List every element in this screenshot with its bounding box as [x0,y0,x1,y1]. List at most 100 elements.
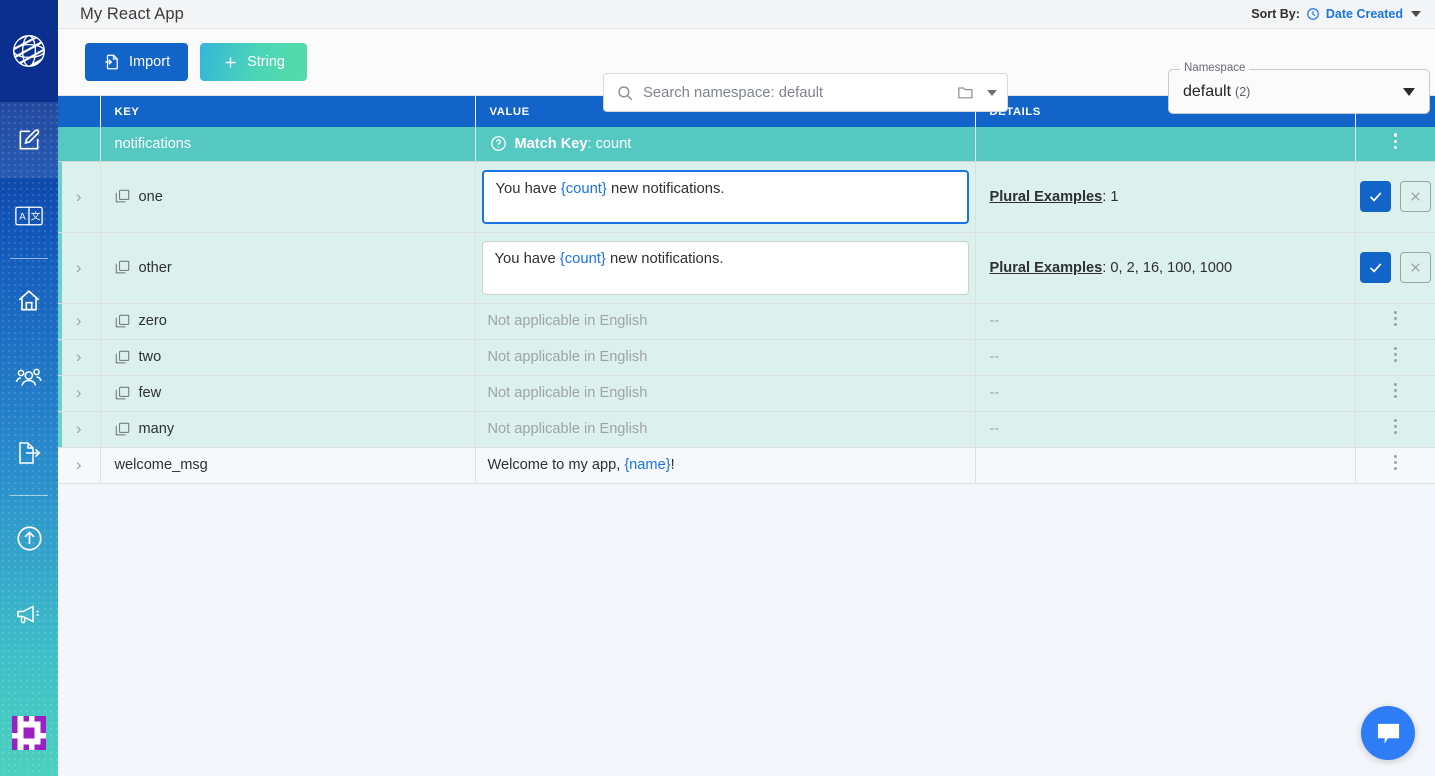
close-icon [1411,192,1420,201]
row-gutter: › [58,411,101,448]
expand-row-chevron-right-icon[interactable]: › [58,455,100,475]
sidebar-item-edit[interactable] [0,102,58,178]
row-value-cell: You have {count} new notifications. [475,161,976,233]
value-editor-input[interactable]: You have {count} new notifications. [481,169,969,224]
sidebar-item-translate[interactable]: A 文 [0,178,58,254]
import-button-label: Import [129,54,171,70]
copy-icon[interactable] [115,350,130,365]
row-menu-button[interactable] [1393,416,1397,437]
search-scope-chevron-down-icon[interactable] [987,89,997,96]
row-value-cell: Not applicable in English [475,411,976,448]
row-menu-button[interactable] [1393,131,1397,152]
row-key: one [101,189,475,205]
cancel-button[interactable] [1399,181,1431,212]
folder-icon[interactable] [958,85,976,100]
confirm-button[interactable] [1359,181,1391,212]
expand-row-chevron-right-icon[interactable]: › [58,419,100,439]
copy-icon[interactable] [115,386,130,401]
copy-icon[interactable] [115,260,130,275]
value-text-pre: You have [495,180,561,197]
row-details: Plural Examples: 0, 2, 16, 100, 1000 [976,260,1355,276]
row-details-cell: -- [975,339,1356,376]
value-text-pre: Welcome to my app, [487,457,625,473]
row-details-cell: Plural Examples: 0, 2, 16, 100, 1000 [975,232,1356,304]
sort-by-control[interactable]: Sort By: Date Created [1251,7,1421,21]
row-details: -- [989,421,1000,437]
table-row[interactable]: › other You have {count} new notificatio… [58,232,1435,304]
copy-icon[interactable] [115,189,130,204]
table-row[interactable]: › many Not applicable in English -- [58,411,1435,448]
row-value-cell: Not applicable in English [475,375,976,412]
row-details-cell: -- [975,375,1356,412]
row-key-label: many [138,421,175,437]
svg-text:A: A [19,212,26,223]
table-row[interactable]: › one You have {count} new notifications… [58,161,1435,233]
row-value-cell: Not applicable in English [475,303,976,340]
row-value: Not applicable in English [487,349,648,365]
search-bar[interactable] [603,73,1008,112]
row-actions-cell [1355,232,1435,304]
match-key-label: Match Key: count [515,136,632,152]
row-key-label: few [138,385,162,401]
cancel-button[interactable] [1399,252,1431,283]
match-key-info: Match Key: count [476,135,975,152]
app-logo[interactable] [0,0,58,102]
row-details: -- [989,313,1000,329]
namespace-chevron-down-icon[interactable] [1403,87,1415,96]
table-row[interactable]: › two Not applicable in English -- [58,339,1435,376]
sidebar-item-document-export[interactable] [0,415,58,491]
row-value[interactable]: Welcome to my app, {name}! [476,457,975,473]
confirm-button[interactable] [1359,252,1391,283]
group-key-label: notifications [114,135,192,152]
row-actions [1356,452,1435,478]
chevron-down-icon[interactable] [1411,11,1421,17]
row-menu-button[interactable] [1393,308,1397,329]
sidebar-item-people[interactable] [0,339,58,415]
value-editor-input[interactable]: You have {count} new notifications. [481,240,969,295]
help-icon[interactable] [490,135,507,152]
chat-support-button[interactable] [1361,706,1415,760]
row-key-label: welcome_msg [114,457,208,473]
search-input[interactable] [643,84,949,101]
plural-examples-link[interactable]: Plural Examples [990,189,1103,205]
row-details: Plural Examples: 1 [976,189,1355,205]
row-key-cell: two [100,339,476,376]
add-string-button-label: String [247,54,285,70]
table-row[interactable]: › few Not applicable in English -- [58,375,1435,412]
row-menu-button[interactable] [1393,452,1397,473]
copy-icon[interactable] [115,422,130,437]
namespace-select[interactable]: Namespace default (2) [1168,62,1430,114]
group-key-cell: notifications [100,127,476,162]
import-button[interactable]: Import [85,43,189,81]
expand-row-chevron-right-icon[interactable]: › [58,311,100,331]
megaphone-icon [17,605,39,624]
group-actions-cell [1355,127,1435,162]
row-value: Not applicable in English [487,313,648,329]
row-details-cell: -- [975,303,1356,340]
row-actions-cell [1355,161,1435,233]
table-body: notifications Match Key: count › one You… [58,127,1435,484]
plural-examples-link[interactable]: Plural Examples [990,260,1103,276]
expand-row-chevron-right-icon[interactable]: › [58,347,100,367]
avatar[interactable] [12,716,46,750]
expand-row-chevron-right-icon[interactable]: › [58,187,100,207]
sidebar-item-home[interactable] [0,263,58,339]
toolbar: Import String Namespace [58,29,1435,114]
expand-row-chevron-right-icon[interactable]: › [58,258,100,278]
expand-row-chevron-right-icon[interactable]: › [58,383,100,403]
row-menu-button[interactable] [1393,380,1397,401]
row-details-cell: Plural Examples: 1 [975,161,1356,233]
table-row-group[interactable]: notifications Match Key: count [58,127,1435,162]
add-string-button[interactable]: String [200,43,307,81]
value-text-post: new notifications. [606,180,725,197]
sidebar-item-upload[interactable] [0,500,58,576]
row-key-label: other [138,259,172,276]
column-header-key[interactable]: KEY [100,96,476,127]
row-menu-button[interactable] [1393,344,1397,365]
copy-icon[interactable] [115,314,130,329]
value-placeholder-token: {count} [559,250,606,267]
table-row[interactable]: › welcome_msg Welcome to my app, {name}! [58,447,1435,484]
sidebar-item-announcements[interactable] [0,576,58,652]
table-row[interactable]: › zero Not applicable in English -- [58,303,1435,340]
row-key-cell: few [100,375,476,412]
